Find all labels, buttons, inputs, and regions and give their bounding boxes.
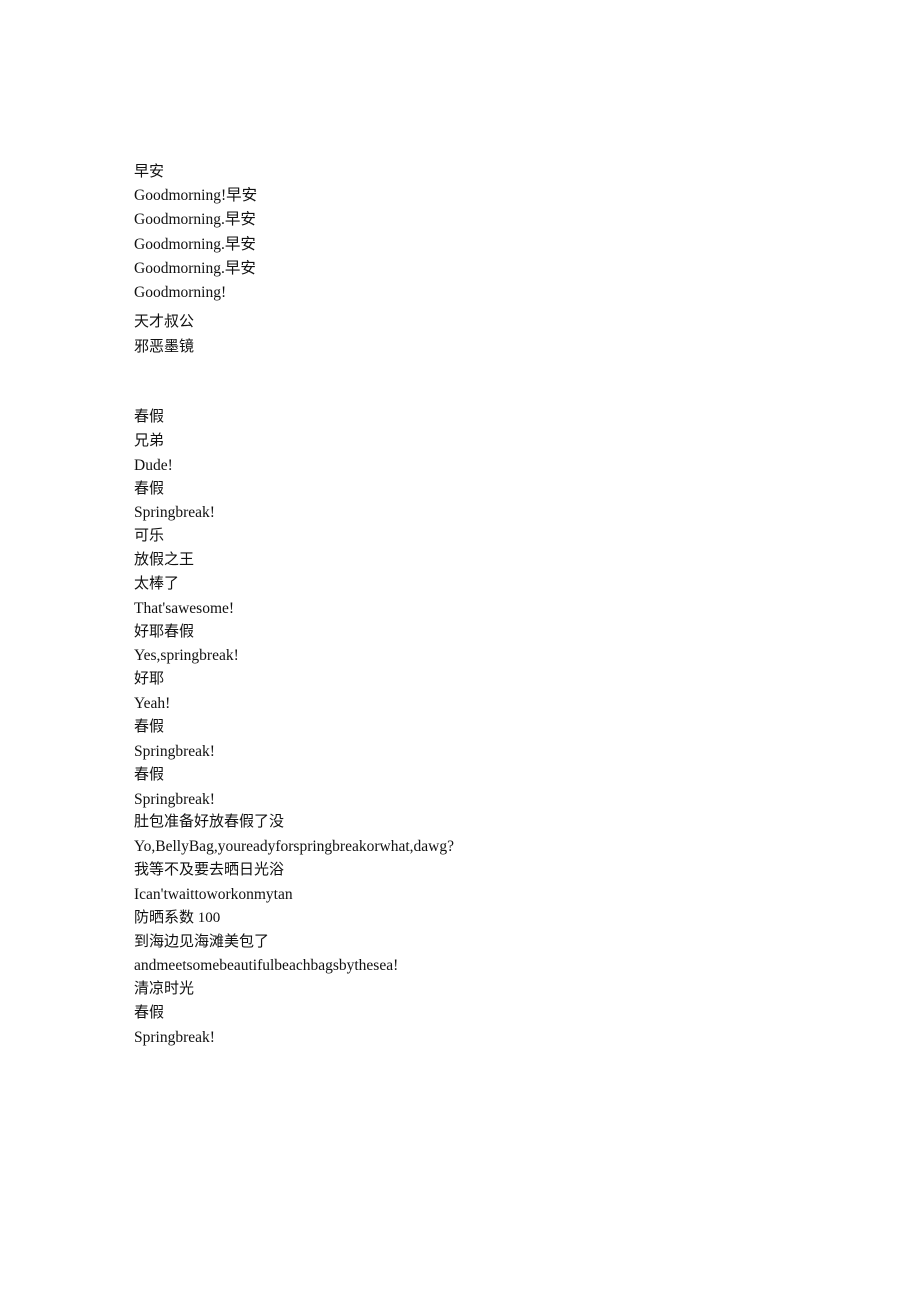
- text-line: Springbreak!: [134, 1028, 215, 1046]
- text-line: Ican'twaittoworkonmytan: [134, 885, 293, 903]
- text-line: 兄弟: [134, 432, 165, 449]
- text-line: 肚包准备好放春假了没: [134, 814, 285, 831]
- text-line: Goodmorning!早安: [134, 187, 258, 205]
- text-line: 天才叔公: [134, 314, 195, 330]
- text-line: andmeetsomebeautifulbeachbagsbythesea!: [134, 957, 399, 975]
- text-line: 春假: [134, 1005, 165, 1022]
- text-line: 太棒了: [134, 575, 180, 592]
- text-line: 好耶春假: [134, 623, 195, 640]
- text-line: 防晒系数 100: [134, 909, 221, 926]
- text-line: 邪恶墨镜: [134, 338, 195, 355]
- text-line: That'sawesome!: [134, 599, 235, 617]
- text-line: Springbreak!: [134, 790, 215, 808]
- text-line: 到海边见海滩美包了: [134, 933, 270, 950]
- text-line: Yo,BellyBag,youreadyforspringbreakorwhat…: [134, 838, 454, 856]
- text-line: 可乐: [134, 528, 165, 545]
- text-line: Springbreak!: [134, 504, 215, 522]
- text-line: 放假之王: [134, 552, 195, 569]
- text-line: 春假: [134, 409, 165, 425]
- text-line: Goodmorning.早安: [134, 235, 256, 253]
- text-line: 清凉时光: [134, 981, 195, 998]
- text-line: Goodmorning.早安: [134, 211, 256, 229]
- document-page: 早安 Goodmorning!早安 Goodmorning.早安 Goodmor…: [0, 0, 920, 1301]
- text-line: Dude!: [134, 456, 173, 474]
- dialogue-section: 春假 兄弟 Dude! 春假 Springbreak! 可乐 放假之王 太棒了 …: [134, 406, 454, 1050]
- text-line: Springbreak!: [134, 742, 215, 760]
- title-section: 天才叔公 邪恶墨镜: [134, 310, 194, 359]
- text-line: 春假: [134, 718, 165, 735]
- text-line: 春假: [134, 766, 165, 783]
- text-line: 我等不及要去晒日光浴: [134, 862, 285, 879]
- text-line: 好耶: [134, 671, 165, 688]
- text-line: Yes,springbreak!: [134, 647, 239, 665]
- text-line: Goodmorning!: [134, 283, 227, 301]
- text-line: 早安: [134, 164, 165, 180]
- text-line: Yeah!: [134, 695, 171, 713]
- text-line: 春假: [134, 480, 165, 497]
- text-line: Goodmorning.早安: [134, 259, 256, 277]
- greeting-section: 早安 Goodmorning!早安 Goodmorning.早安 Goodmor…: [134, 160, 257, 305]
